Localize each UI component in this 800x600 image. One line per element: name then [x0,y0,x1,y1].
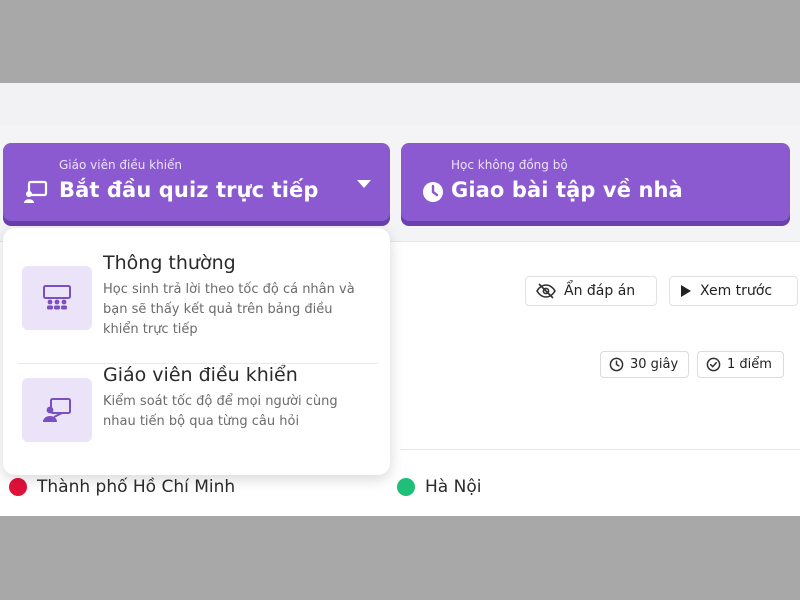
classroom-group-icon [22,266,92,330]
option-description: Học sinh trả lời theo tốc độ cá nhân và … [103,282,355,337]
mode-dropdown-menu: Thông thường Học sinh trả lời theo tốc đ… [3,228,390,475]
dropdown-option-teacher-paced[interactable]: Giáo viên điều khiển Kiểm soát tốc độ để… [3,364,390,475]
option-title: Giáo viên điều khiển [103,364,298,386]
preview-label: Xem trước [700,283,773,299]
mode-subtitle: Học không đồng bộ [451,158,568,172]
answer-text: Thành phố Hồ Chí Minh [37,477,236,497]
option-description: Kiểm soát tốc độ để mọi người cùng nhau … [103,394,338,429]
start-live-quiz-button[interactable]: Giáo viên điều khiển Bắt đầu quiz trực t… [3,143,390,221]
presentation-board-icon [24,180,48,203]
preview-button[interactable]: Xem trước [669,276,798,306]
time-limit-label: 30 giây [630,357,679,372]
chevron-down-icon[interactable] [357,180,371,188]
option-title: Thông thường [103,252,236,274]
dropdown-option-classic[interactable]: Thông thường Học sinh trả lời theo tốc đ… [3,228,390,363]
mode-title: Bắt đầu quiz trực tiếp [59,178,319,202]
time-limit-badge[interactable]: 30 giây [600,351,689,378]
divider [400,449,800,450]
points-label: 1 điểm [727,357,772,372]
teacher-presenting-icon [22,378,92,442]
hide-answers-button[interactable]: Ẩn đáp án [525,276,657,306]
timer-icon [609,357,624,372]
clock-icon [423,182,443,202]
answer-red-dot-icon [9,478,27,496]
hide-answers-label: Ẩn đáp án [564,283,636,299]
eye-off-icon [536,283,556,299]
play-icon [681,285,691,297]
mode-title: Giao bài tập về nhà [451,178,683,202]
app-screen: ⋮ Giáo viên điều khiển Bắt đầu quiz trực… [0,83,800,516]
answer-option: Hà Nội [397,477,481,497]
points-badge[interactable]: 1 điểm [697,351,784,378]
answer-green-dot-icon [397,478,415,496]
check-circle-icon [706,357,721,372]
top-strip [0,83,800,125]
answer-text: Hà Nội [425,477,482,497]
mode-subtitle: Giáo viên điều khiển [59,158,183,172]
answer-option: Thành phố Hồ Chí Minh [9,477,235,497]
assign-homework-button[interactable]: Học không đồng bộ Giao bài tập về nhà [401,143,790,221]
